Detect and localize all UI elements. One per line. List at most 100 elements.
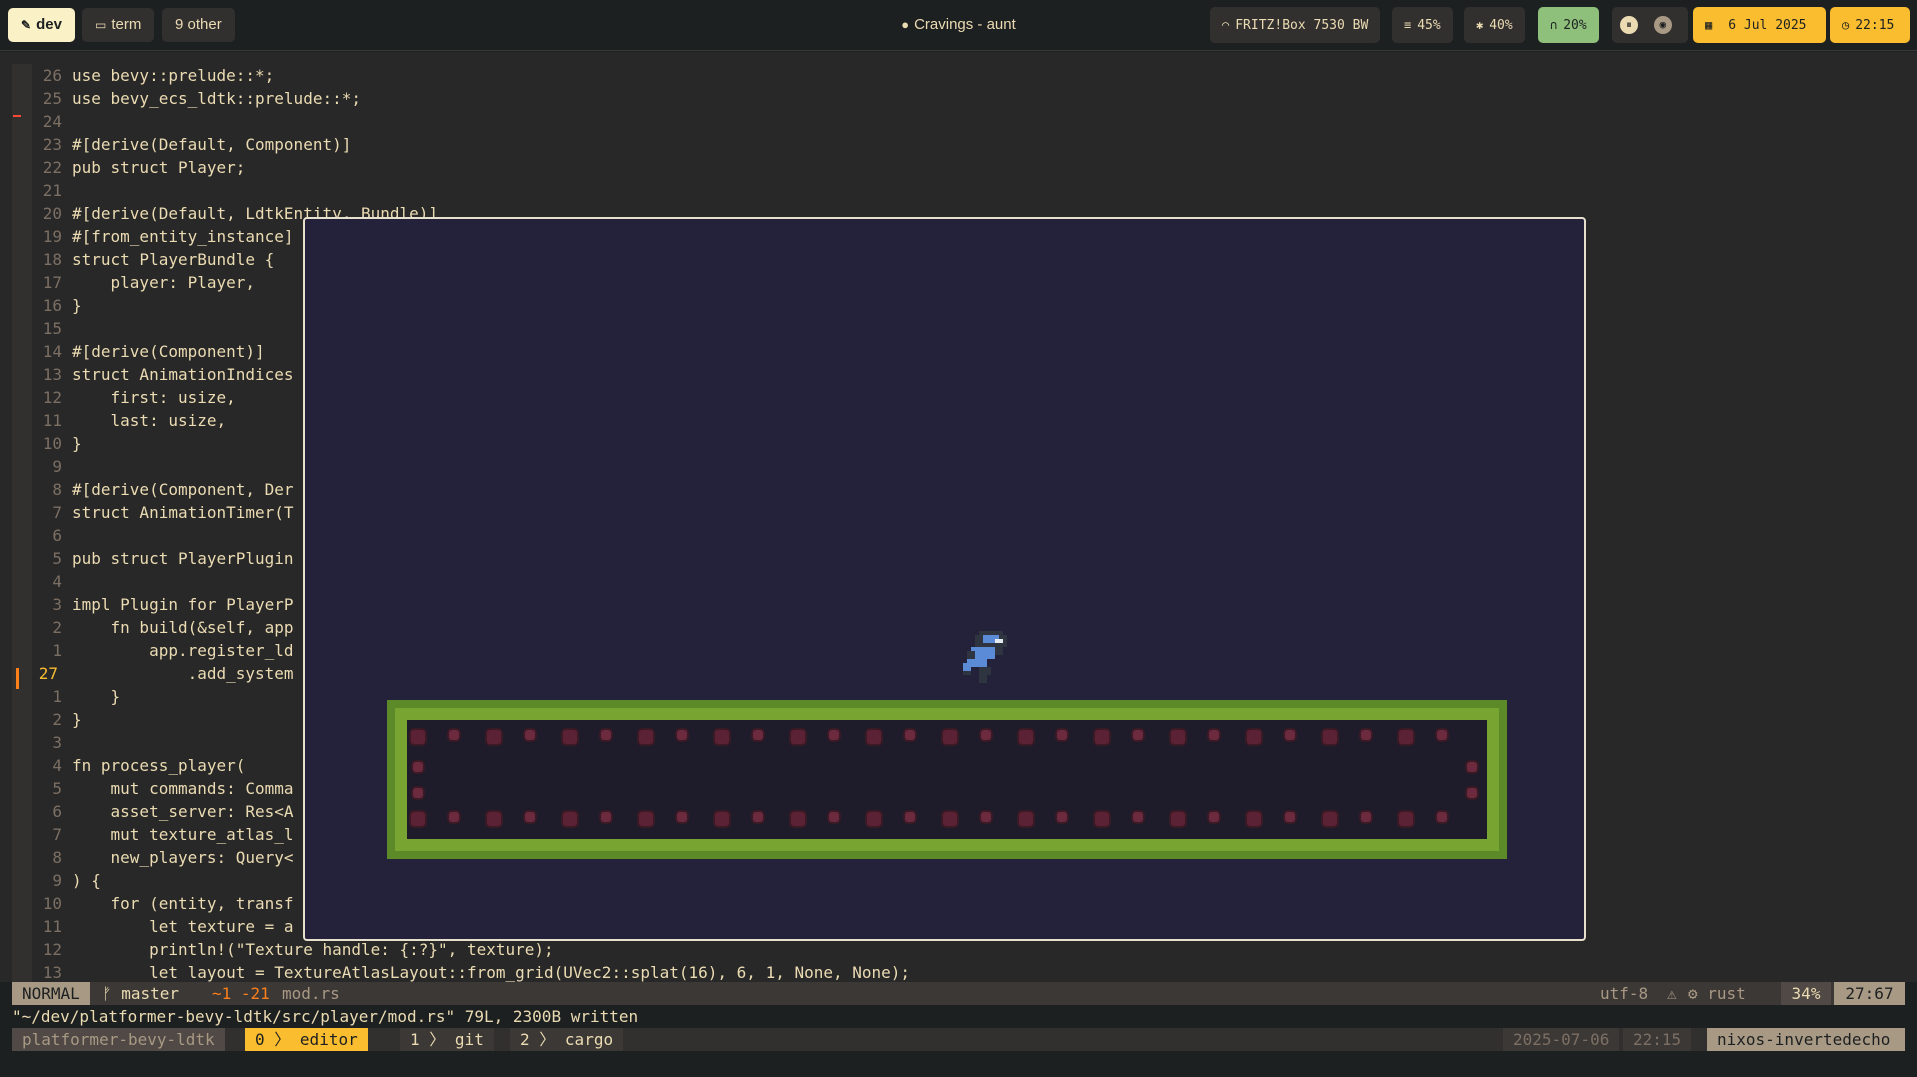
wifi-icon: ◠ — [1222, 18, 1230, 32]
line-number: 13 — [42, 963, 62, 982]
berry-tile — [943, 812, 957, 826]
line-number: 11 — [42, 917, 62, 936]
berry-tile — [563, 730, 577, 744]
line-number: 10 — [42, 434, 62, 453]
line-number: 16 — [42, 296, 62, 315]
line-number: 24 — [42, 112, 62, 131]
branch-label: master — [121, 984, 180, 1003]
berry-tile — [601, 730, 611, 740]
berry-tile — [1095, 730, 1109, 744]
code-line: let texture = a — [72, 917, 294, 936]
tmux-window-git[interactable]: 1 〉 git — [400, 1028, 494, 1051]
file-type-label: rust — [1707, 984, 1746, 1003]
code-line: fn build(&self, app — [72, 618, 294, 637]
line-number: 14 — [42, 342, 62, 361]
line-number: 2 — [52, 618, 62, 637]
berry-tile — [753, 730, 763, 740]
berry-tile — [1057, 730, 1067, 740]
cursor-line-mark — [16, 668, 19, 689]
line-number: 25 — [42, 89, 62, 108]
code-line: mut commands: Comma — [72, 779, 294, 798]
disk-status[interactable]: ≡ 45% — [1392, 7, 1453, 43]
tmux-hostname: nixos-invertedecho — [1707, 1028, 1905, 1051]
game-window[interactable] — [303, 217, 1586, 941]
berry-tile — [1133, 730, 1143, 740]
scroll-percent: 34% — [1781, 982, 1831, 1005]
git-branch: ᚠ master — [102, 982, 179, 1005]
line-number: 20 — [42, 204, 62, 223]
app-icon: ● — [901, 17, 910, 32]
berry-tile — [1399, 730, 1413, 744]
line-number: 17 — [42, 273, 62, 292]
berry-tile — [1019, 812, 1033, 826]
git-diff-count: ~1 -21 — [212, 984, 270, 1003]
top-bar: ✎ dev ▭ term 9 other ● Cravings - aunt ◠ FRI… — [0, 0, 1917, 51]
code-line: for (entity, transf — [72, 894, 294, 913]
code-line: player: Player, — [72, 273, 256, 292]
window-index: 2 — [520, 1030, 530, 1049]
sign-column — [12, 64, 32, 982]
tmux-status-bar: platformer-bevy-ldtk 0 〉 editor 1 〉 git … — [12, 1028, 1905, 1051]
line-number: 10 — [42, 894, 62, 913]
disk-label: 45% — [1417, 18, 1441, 33]
line-number: 11 — [42, 411, 62, 430]
code-line: #[from_entity_instance] — [72, 227, 294, 246]
line-number: 3 — [52, 733, 62, 752]
tmux-window-editor[interactable]: 0 〉 editor — [245, 1028, 368, 1051]
berry-tile — [715, 730, 729, 744]
berry-tile — [829, 812, 839, 822]
code-line: ) { — [72, 871, 101, 890]
status-line: NORMAL ᚠ master ~1 -21 mod.rs utf-8 ⚠ ⚙ … — [12, 982, 1905, 1005]
clock-icon: ◷ — [1842, 18, 1850, 32]
line-number: 13 — [42, 365, 62, 384]
mode-badge: NORMAL — [12, 982, 90, 1005]
line-number: 26 — [42, 66, 62, 85]
berry-tile — [449, 730, 459, 740]
berry-tile — [1467, 788, 1477, 798]
line-number: 3 — [52, 595, 62, 614]
steam-icon[interactable]: ◉ — [1653, 15, 1672, 34]
line-number: 18 — [42, 250, 62, 269]
disk-icon: ≡ — [1404, 18, 1412, 32]
berry-tile — [1209, 730, 1219, 740]
berry-tile — [411, 730, 425, 744]
code-line: .add_system — [72, 664, 294, 683]
file-type: ⚙ rust — [1688, 982, 1746, 1005]
cpu-status[interactable]: ✱ 40% — [1464, 7, 1525, 43]
tmux-window-cargo[interactable]: 2 〉 cargo — [510, 1028, 624, 1051]
berry-tile — [829, 730, 839, 740]
berry-tile — [1361, 812, 1371, 822]
berry-tile — [639, 812, 653, 826]
line-number: 2 — [52, 710, 62, 729]
code-line: struct AnimationIndices — [72, 365, 294, 384]
line-number: 6 — [52, 802, 62, 821]
berry-tile — [867, 812, 881, 826]
date-status[interactable]: ▦ 6 Jul 2025 — [1693, 7, 1826, 43]
code-line: impl Plugin for PlayerP — [72, 595, 294, 614]
berry-tile — [487, 812, 501, 826]
berry-tile — [1323, 730, 1337, 744]
line-number: 15 — [42, 319, 62, 338]
code-line: let layout = TextureAtlasLayout::from_gr… — [72, 963, 911, 982]
berry-tile — [413, 762, 423, 772]
line-number: 9 — [52, 871, 62, 890]
berry-tile — [563, 812, 577, 826]
wifi-status[interactable]: ◠ FRITZ!Box 7530 BW — [1210, 7, 1381, 43]
line-number: 5 — [52, 779, 62, 798]
berry-tile — [413, 788, 423, 798]
code-line: mut texture_atlas_l — [72, 825, 294, 844]
code-line: } — [72, 710, 82, 729]
code-line: struct PlayerBundle { — [72, 250, 275, 269]
berry-tile — [867, 730, 881, 744]
onepassword-icon[interactable]: ⏸ — [1620, 15, 1638, 34]
berry-tile — [1437, 730, 1447, 740]
window-index: 0 — [255, 1030, 265, 1049]
cursor-position: 27:67 — [1834, 982, 1905, 1005]
headphones-status[interactable]: ∩ 20% — [1538, 7, 1599, 43]
tmux-date: 2025-07-06 — [1503, 1028, 1620, 1051]
berry-tile — [1133, 812, 1143, 822]
code-line: last: usize, — [72, 411, 227, 430]
code-line: } — [72, 296, 82, 315]
clock-status[interactable]: ◷ 22:15 — [1830, 7, 1910, 43]
window-name: editor — [299, 1030, 358, 1049]
